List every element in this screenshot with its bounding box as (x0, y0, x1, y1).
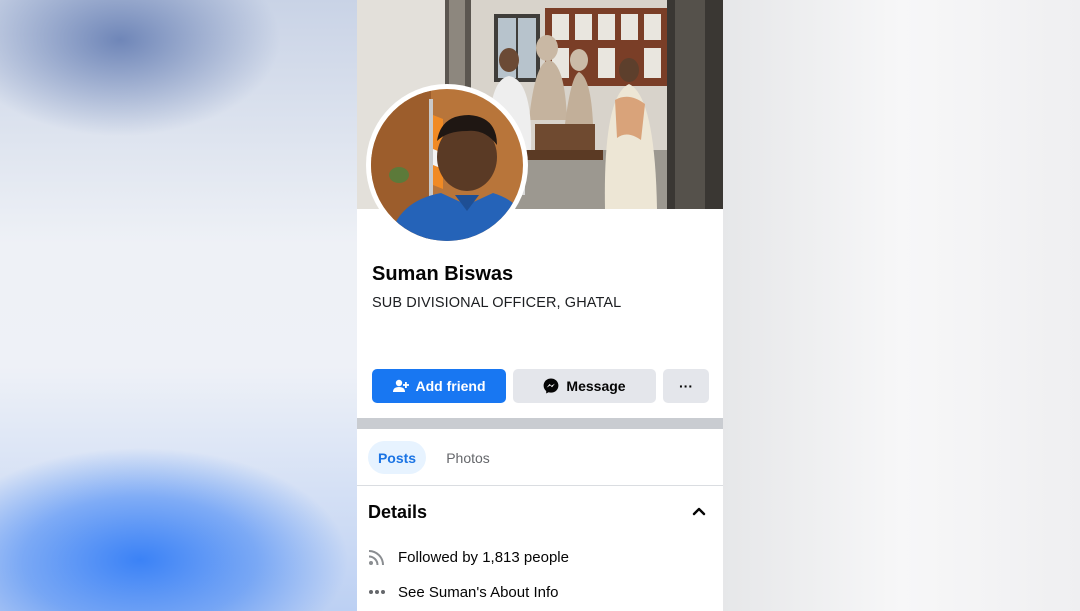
profile-screen: Suman Biswas SUB DIVISIONAL OFFICER, GHA… (357, 0, 723, 611)
tab-photos[interactable]: Photos (436, 441, 500, 474)
details-about-row[interactable]: See Suman's About Info (368, 581, 558, 603)
rss-icon (368, 548, 398, 566)
more-options-button[interactable]: ··· (663, 369, 709, 403)
details-heading: Details (368, 502, 428, 522)
message-button[interactable]: Message (513, 369, 656, 403)
details-followers-row: Followed by 1,813 people (368, 546, 569, 568)
blurred-background-left (0, 0, 357, 611)
about-info-link[interactable]: See Suman's About Info (398, 584, 558, 601)
add-friend-label: Add friend (415, 378, 486, 394)
tab-posts[interactable]: Posts (368, 441, 426, 474)
profile-subtitle: SUB DIVISIONAL OFFICER, GHATAL (372, 295, 622, 311)
message-label: Message (566, 378, 626, 394)
add-friend-button[interactable]: Add friend (372, 369, 506, 403)
section-divider (357, 418, 723, 429)
blurred-background-right (723, 0, 1080, 611)
more-options-label: ··· (679, 378, 693, 394)
more-dots-icon (368, 589, 398, 595)
profile-tabs: Posts Photos (357, 429, 723, 486)
messenger-icon (543, 378, 559, 394)
profile-name: Suman Biswas (372, 263, 514, 285)
followers-text: Followed by 1,813 people (398, 548, 569, 566)
chevron-up-icon[interactable] (692, 504, 706, 523)
profile-avatar[interactable] (366, 84, 528, 246)
add-person-icon (392, 379, 409, 393)
